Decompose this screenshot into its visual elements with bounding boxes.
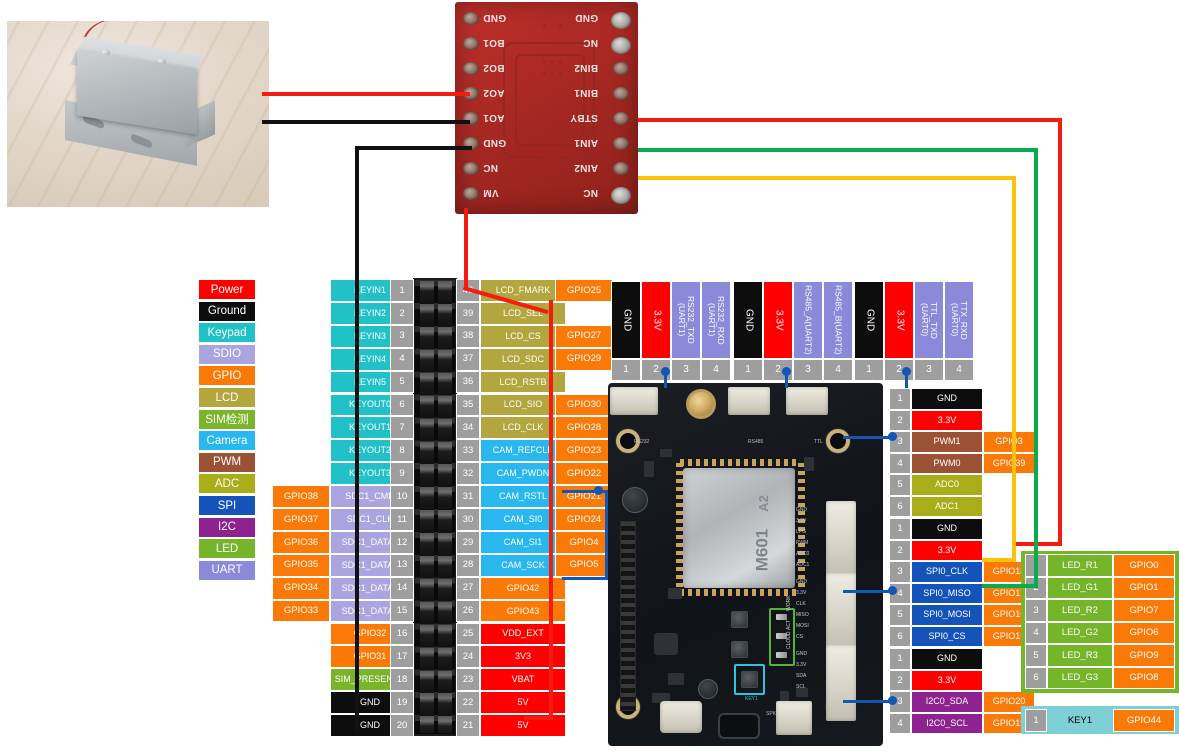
wire-lock-red bbox=[262, 92, 470, 96]
wire-ain1-vertical bbox=[1034, 148, 1038, 588]
callout-dot-pin31 bbox=[594, 486, 603, 495]
wire-ain2-horizontal bbox=[638, 176, 1016, 180]
wire-ain1-to-gpio17 bbox=[982, 584, 1038, 588]
callout-dot-rs232 bbox=[661, 367, 670, 376]
wire-vm-vertical-lower bbox=[549, 300, 553, 720]
wire-lock-black bbox=[262, 120, 470, 124]
callout-dot-rs485 bbox=[782, 367, 791, 376]
callout-dot-i2c bbox=[888, 696, 897, 705]
wire-ain1-horizontal bbox=[638, 148, 1038, 152]
callout-dot-spi bbox=[888, 586, 897, 595]
key-pin-alt-1: GPIO44 bbox=[1113, 709, 1175, 732]
wire-vm-to-5v bbox=[524, 716, 553, 720]
key-pin-signal-1: KEY1 bbox=[1047, 709, 1113, 732]
callout-pwm-line bbox=[843, 436, 893, 439]
callout-i2c-line bbox=[843, 700, 893, 703]
callout-dot-pwm bbox=[888, 432, 897, 441]
callout-dot-ttl bbox=[902, 367, 911, 376]
wire-driver-gnd-vertical bbox=[355, 146, 359, 733]
wiring-diagram-canvas: GND BO1 BO2 AO2 AO1 GND NC VM GND NC BIN2 BIN1 STBY A… bbox=[0, 0, 1179, 753]
wire-vm-vertical-upper bbox=[464, 208, 468, 290]
callout-cam-rstl-vertical bbox=[605, 490, 608, 580]
callout-spi-line bbox=[843, 590, 893, 593]
wire-ain2-to-gpio18 bbox=[982, 558, 1016, 562]
key-pin-number-1: 1 bbox=[1025, 709, 1047, 732]
wire-driver-gnd-horizontal bbox=[355, 146, 472, 150]
callout-board-header-line bbox=[562, 577, 608, 580]
wire-stby-horizontal bbox=[638, 118, 1062, 122]
wire-stby-vertical bbox=[1058, 118, 1062, 546]
key-block: 1 KEY1 GPIO44 bbox=[0, 0, 1179, 753]
wire-ain2-vertical bbox=[1012, 176, 1016, 562]
